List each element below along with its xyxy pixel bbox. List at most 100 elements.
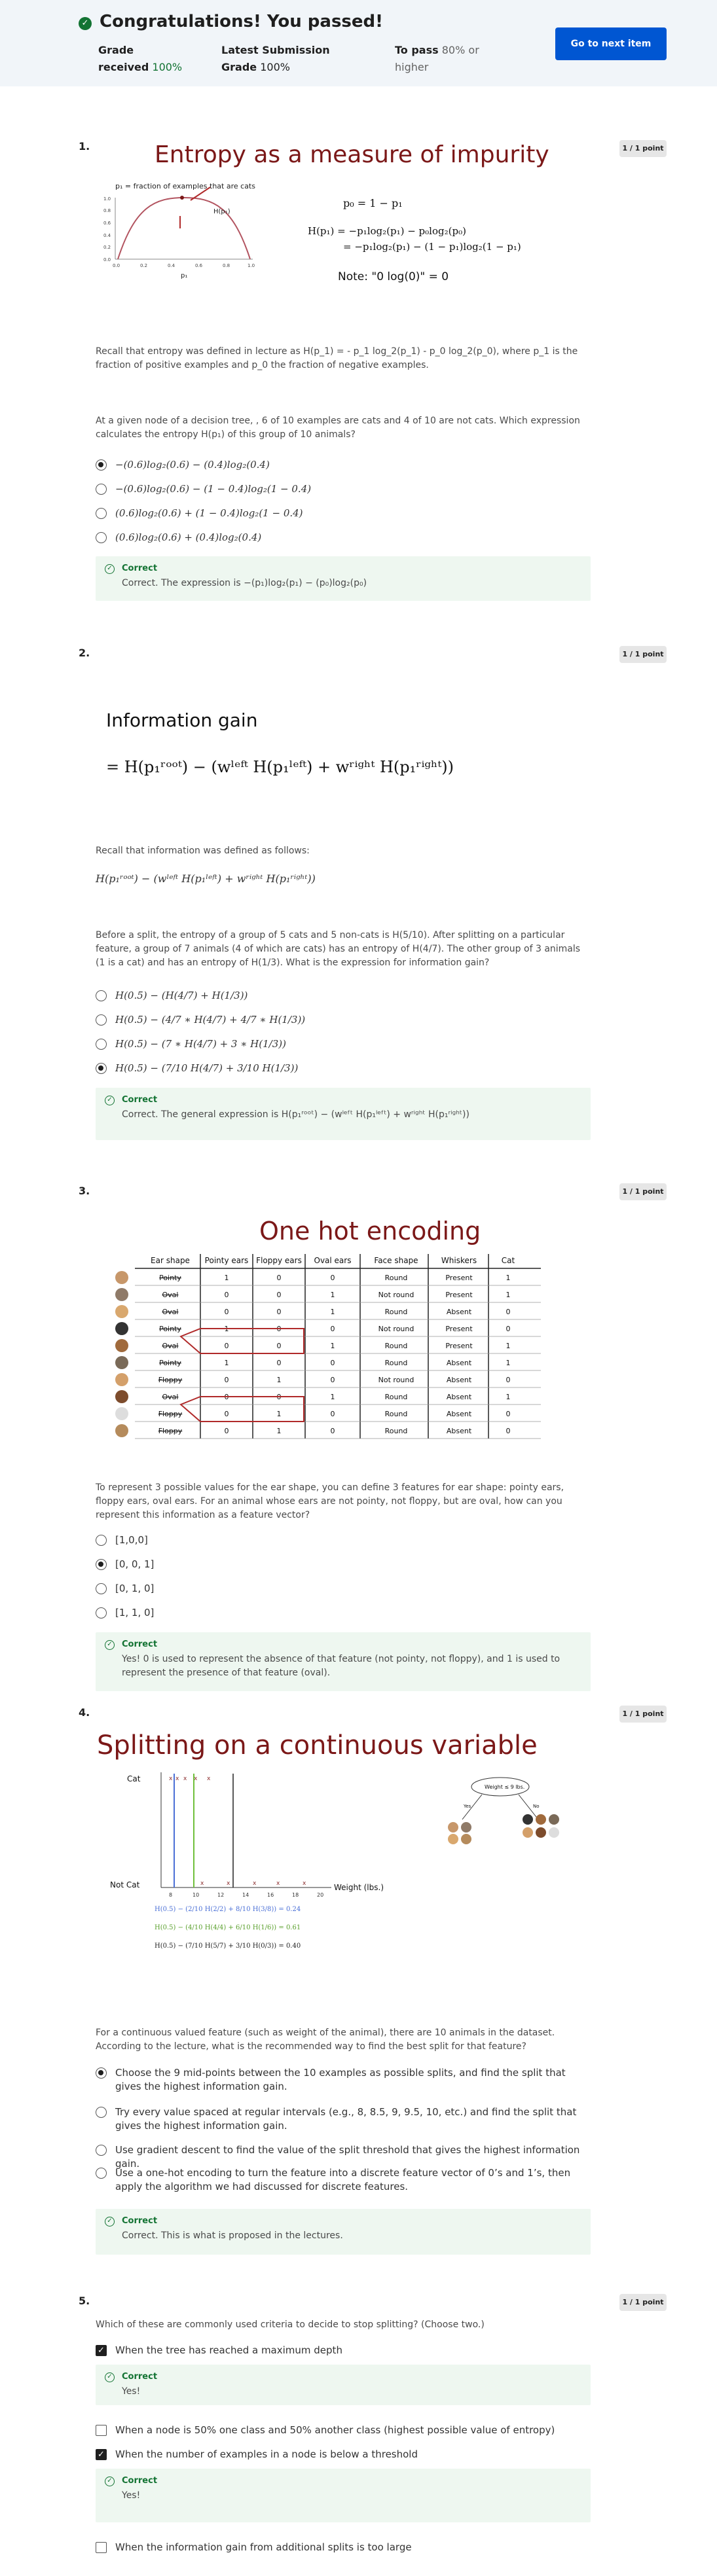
svg-text:x: x — [253, 1880, 257, 1887]
table-cell: Present — [445, 1342, 473, 1350]
table-cell: Round — [385, 1410, 408, 1418]
table-cell: Absent — [447, 1427, 472, 1435]
table-cell: Oval — [162, 1393, 179, 1401]
latest-grade-value: 100% — [260, 61, 290, 73]
svg-text:H(p₁): H(p₁) — [213, 208, 230, 215]
svg-text:0.4: 0.4 — [168, 263, 175, 268]
feedback-box: ✓ Correct Yes! — [96, 2365, 591, 2405]
feedback-message: Yes! — [122, 2490, 141, 2501]
entropy-curve — [117, 196, 251, 260]
table-header: Pointy ears — [205, 1256, 249, 1265]
table-cell: Not round — [378, 1291, 414, 1299]
radio-button[interactable] — [96, 1039, 107, 1050]
information-gain-slide: Information gain = H(p₁ʳᵒᵒᵗ) − (wˡᵉᶠᵗ H(… — [106, 709, 454, 776]
table-cell: Oval — [162, 1308, 179, 1316]
table-cell: 0 — [506, 1410, 511, 1418]
feedback-title: Correct — [122, 2476, 158, 2486]
feedback-message: Yes! — [122, 2386, 141, 2397]
radio-button[interactable] — [96, 1535, 107, 1546]
highlight-box — [179, 1396, 304, 1422]
table-cell: Round — [385, 1393, 408, 1401]
feedback-box: ✓ Correct Correct. This is what is propo… — [96, 2209, 591, 2255]
table-cell: 0 — [225, 1427, 229, 1435]
svg-text:H(0.5) − (4/10 H(4/4) + 6/10 H: H(0.5) − (4/10 H(4/4) + 6/10 H(1/6)) = 0… — [155, 1924, 301, 1931]
table-header: Oval ears — [314, 1256, 352, 1265]
table-cell: 1 — [331, 1342, 335, 1350]
radio-button[interactable] — [96, 990, 107, 1001]
feedback-title: Correct — [122, 1639, 158, 1649]
checkbox[interactable] — [96, 2542, 107, 2553]
table-cell: 0 — [225, 1342, 229, 1350]
radio-button[interactable] — [96, 1014, 107, 1026]
table-cell: 0 — [331, 1274, 335, 1282]
radio-button-selected[interactable] — [96, 459, 107, 471]
cat-images — [448, 1814, 559, 1844]
table-cell: Round — [385, 1427, 408, 1435]
table-cell: 0 — [331, 1325, 335, 1333]
radio-button[interactable] — [96, 508, 107, 519]
table-cell: 0 — [506, 1427, 511, 1435]
table-cell: Absent — [447, 1359, 472, 1367]
table-cell: Not round — [378, 1376, 414, 1384]
radio-button[interactable] — [96, 2107, 107, 2118]
table-cell: 0 — [331, 1376, 335, 1384]
entropy-figure: Entropy as a measure of impurity p₁ = fr… — [96, 135, 591, 284]
radio-button[interactable] — [96, 1607, 107, 1619]
table-cell: Round — [385, 1359, 408, 1367]
radio-button[interactable] — [96, 532, 107, 543]
radio-button-selected[interactable] — [96, 1063, 107, 1074]
svg-text:x: x — [200, 1880, 204, 1887]
table-cell: Round — [385, 1342, 408, 1350]
table-cell: Oval — [162, 1342, 179, 1350]
question-number: 5. — [79, 2295, 90, 2307]
svg-text:Not Cat: Not Cat — [110, 1880, 140, 1889]
feedback-box: ✓ Correct Correct. The expression is −(p… — [96, 556, 591, 601]
table-cell: Floppy — [158, 1427, 183, 1435]
one-hot-encoding-slide: One hot encoding Ear shape Pointy ears Flo… — [115, 1217, 541, 1439]
cat-thumbnail — [115, 1390, 128, 1403]
go-to-next-item-button[interactable]: Go to next item — [555, 27, 667, 60]
cat-thumbnail — [115, 1424, 128, 1437]
radio-button[interactable] — [96, 484, 107, 495]
table-header: Ear shape — [151, 1256, 190, 1265]
feedback-title: Correct — [122, 564, 158, 573]
table-cell: 1 — [277, 1427, 282, 1435]
table-cell: 0 — [506, 1308, 511, 1316]
radio-button[interactable] — [96, 2145, 107, 2156]
feedback-box: ✓ Correct Yes! 0 is used to represent th… — [96, 1632, 591, 1691]
svg-text:0.8: 0.8 — [103, 208, 111, 213]
svg-text:Cat: Cat — [127, 1774, 141, 1783]
table-cell: Pointy — [159, 1359, 181, 1367]
question-number: 3. — [79, 1185, 90, 1197]
cat-thumbnail — [115, 1407, 128, 1420]
question-text: Which of these are commonly used criteri… — [96, 2319, 485, 2330]
table-cell: 1 — [331, 1291, 335, 1299]
radio-button-selected[interactable] — [96, 1559, 107, 1570]
checkbox-checked[interactable]: ✓ — [96, 2449, 107, 2460]
table-cell: 0 — [506, 1325, 511, 1333]
table-header: Face shape — [374, 1256, 418, 1265]
slide-title: One hot encoding — [259, 1217, 481, 1245]
radio-button[interactable] — [96, 2168, 107, 2179]
table-cell: 0 — [225, 1410, 229, 1418]
table-cell: 1 — [506, 1393, 511, 1401]
checkbox[interactable] — [96, 2425, 107, 2436]
table-cell: 0 — [331, 1359, 335, 1367]
check-circle-icon: ✓ — [105, 2217, 115, 2227]
check-circle-icon: ✓ — [105, 2372, 115, 2382]
cat-thumbnail — [115, 1305, 128, 1318]
table-cell: 0 — [277, 1359, 282, 1367]
svg-text:x: x — [183, 1776, 187, 1782]
checkbox-checked[interactable]: ✓ — [96, 2345, 107, 2356]
table-cell: 0 — [506, 1376, 511, 1384]
radio-button[interactable] — [96, 1583, 107, 1594]
entropy-slide: Entropy as a measure of impurity p₁ = fr… — [103, 141, 549, 283]
pass-threshold: To pass 80% or higher — [395, 44, 479, 73]
table-cell: 0 — [331, 1427, 335, 1435]
table-cell: Floppy — [158, 1410, 183, 1418]
svg-text:14: 14 — [242, 1892, 249, 1898]
table-header: Whiskers — [441, 1256, 477, 1265]
feedback-title: Correct — [122, 1095, 158, 1105]
table-cell: 0 — [225, 1376, 229, 1384]
radio-button-selected[interactable] — [96, 2067, 107, 2079]
